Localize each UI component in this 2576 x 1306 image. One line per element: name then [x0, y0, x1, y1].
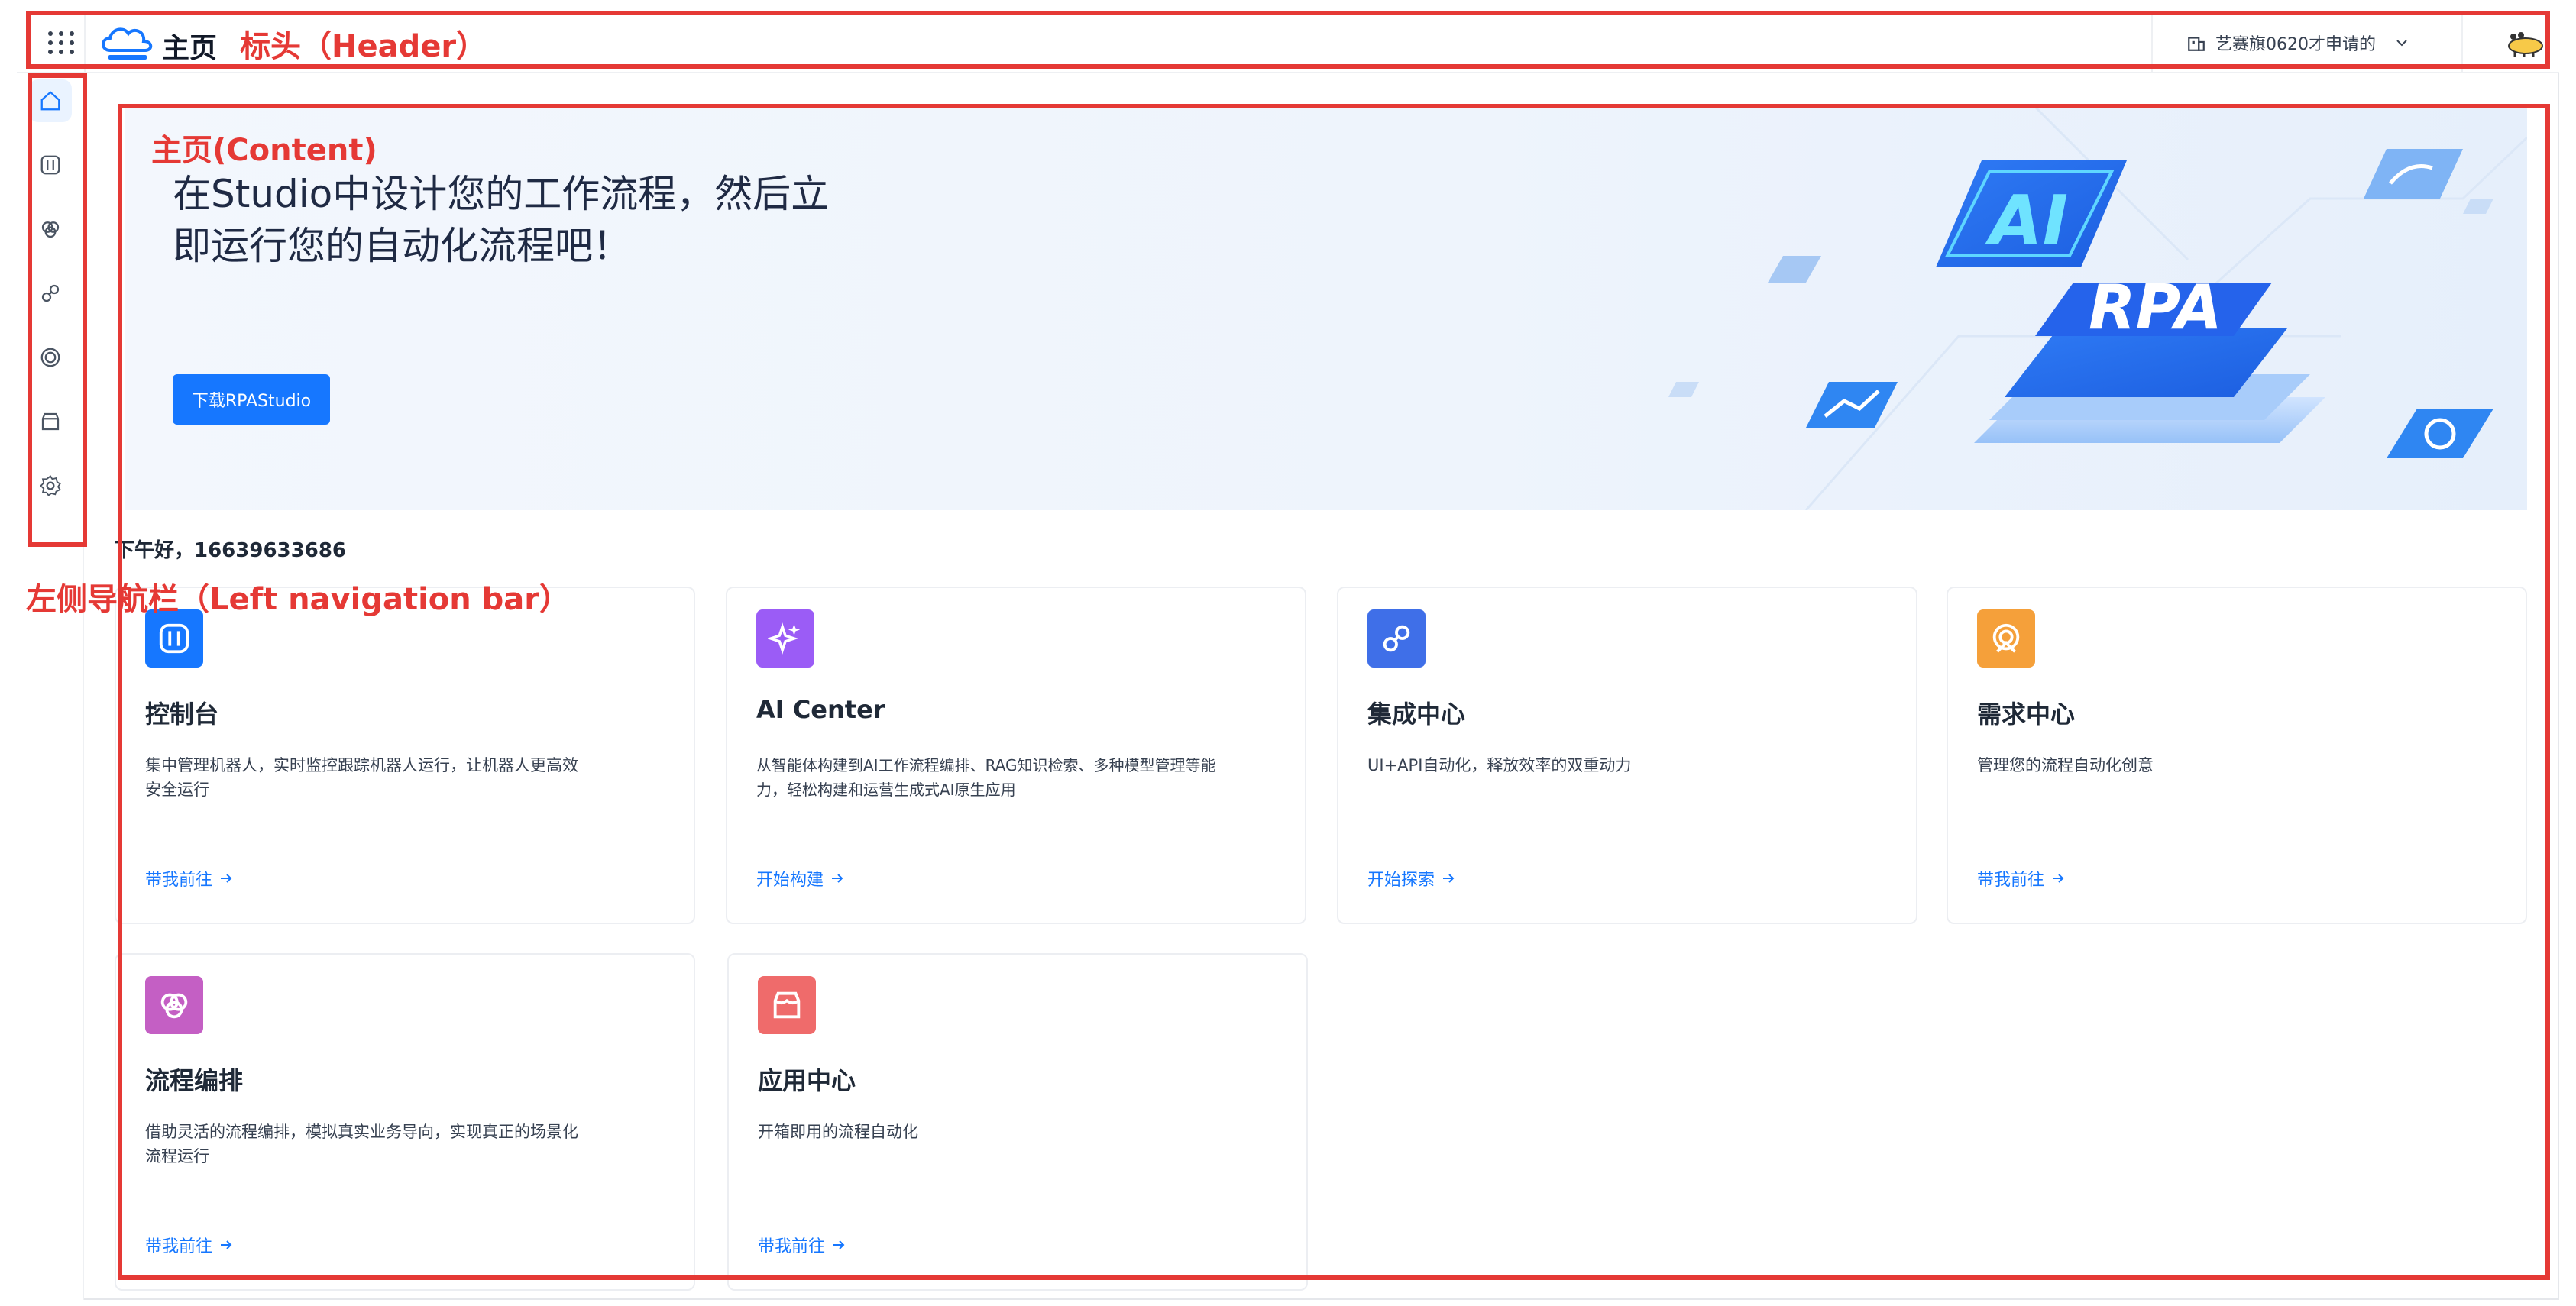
nav-item-workflow[interactable] — [29, 208, 72, 251]
page-title: 主页 — [162, 33, 218, 64]
workspace-selector[interactable]: 艺赛旗0620才申请的 — [2186, 26, 2409, 60]
workspace-name: 艺赛旗0620才申请的 — [2215, 35, 2376, 54]
app-launcher-icon[interactable] — [44, 27, 75, 58]
card-icon-bg — [758, 976, 816, 1034]
card-title: AI Center — [756, 695, 885, 724]
card-description: 管理您的流程自动化创意 — [1977, 756, 2154, 774]
hero-banner: 在Studio中设计您的工作流程，然后立即运行您的自动化流程吧！ 下载RPASt… — [125, 107, 2527, 510]
card-link[interactable]: 带我前往 — [145, 866, 234, 891]
console-icon — [159, 623, 189, 654]
console-icon — [40, 155, 60, 175]
card-console[interactable]: 控制台 集中管理机器人，实时监控跟踪机器人运行，让机器人更高效安全运行 带我前往 — [115, 587, 695, 924]
card-icon-bg — [1367, 609, 1426, 668]
banner-title: 在Studio中设计您的工作流程，然后立即运行您的自动化流程吧！ — [173, 172, 830, 268]
card-app-center[interactable]: 应用中心 开箱即用的流程自动化 带我前往 — [727, 953, 1308, 1291]
card-title: 流程编排 — [145, 1066, 244, 1095]
art-ai-text: AI — [1985, 181, 2068, 261]
rpa-illustration: RPA AI — [1668, 107, 2527, 510]
workflow-icon — [160, 993, 188, 1019]
card-link-label: 带我前往 — [758, 1237, 826, 1256]
nav-item-console[interactable] — [29, 144, 72, 186]
header-divider — [2151, 11, 2153, 73]
card-description: 开箱即用的流程自动化 — [758, 1123, 918, 1141]
building-icon — [2188, 37, 2205, 51]
card-link[interactable]: 带我前往 — [1977, 866, 2066, 891]
card-icon-bg — [1977, 609, 2035, 668]
arrow-right-icon — [1443, 874, 1455, 883]
card-title: 控制台 — [145, 700, 219, 729]
integration-icon — [1383, 625, 1410, 652]
header-annotation-label: 标头（Header） — [240, 29, 487, 64]
store-icon — [773, 991, 801, 1019]
arrow-right-icon — [2053, 874, 2064, 883]
nav-item-demand[interactable] — [29, 336, 72, 379]
header-divider — [84, 11, 86, 73]
card-link[interactable]: 带我前往 — [758, 1233, 846, 1257]
nav-item-store[interactable] — [29, 400, 72, 443]
card-icon-bg — [145, 976, 203, 1034]
card-title: 应用中心 — [758, 1066, 856, 1095]
settings-icon — [40, 475, 61, 496]
greeting-text: 下午好，16639633686 — [115, 539, 346, 562]
card-link-label: 带我前往 — [145, 1237, 213, 1256]
card-link-label: 带我前往 — [145, 871, 213, 890]
nav-item-settings[interactable] — [29, 464, 72, 507]
arrow-right-icon — [832, 874, 843, 883]
card-ai-center[interactable]: AI Center 从智能体构建到AI工作流程编排、RAG知识检索、多种模型管理… — [726, 587, 1306, 924]
nav-item-integration[interactable] — [29, 272, 72, 315]
sidebar-annotation-label: 左侧导航栏（Left navigation bar） — [26, 582, 571, 617]
card-link[interactable]: 开始探索 — [1367, 866, 1456, 891]
download-studio-button[interactable]: 下载RPAStudio — [173, 374, 330, 425]
card-icon-bg — [756, 609, 814, 668]
store-icon — [41, 412, 60, 431]
arrow-right-icon — [221, 874, 232, 883]
card-title: 需求中心 — [1977, 700, 2076, 729]
card-description: 从智能体构建到AI工作流程编排、RAG知识检索、多种模型管理等能力，轻松构建和运… — [756, 756, 1216, 799]
card-title: 集成中心 — [1367, 700, 1466, 729]
content-annotation-label: 主页(Content) — [151, 133, 377, 168]
card-description: UI+API自动化，释放效率的双重动力 — [1367, 756, 1632, 774]
card-link-label: 开始构建 — [756, 871, 824, 890]
card-description: 借助灵活的流程编排，模拟真实业务导向，实现真正的场景化流程运行 — [145, 1123, 578, 1165]
home-icon — [40, 91, 60, 111]
arrow-right-icon — [221, 1240, 232, 1249]
left-nav — [17, 73, 84, 1300]
sparkle-icon — [768, 622, 801, 655]
chevron-down-icon — [2396, 40, 2407, 47]
brand-logo[interactable] — [98, 20, 159, 66]
card-link[interactable]: 开始构建 — [756, 866, 845, 891]
card-workflow[interactable]: 流程编排 借助灵活的流程编排，模拟真实业务导向，实现真正的场景化流程运行 带我前… — [115, 953, 695, 1291]
demand-icon — [40, 348, 60, 367]
art-rpa-text: RPA — [2089, 272, 2222, 343]
header-divider — [2461, 11, 2463, 73]
user-avatar[interactable] — [2504, 31, 2547, 57]
workflow-icon — [41, 221, 60, 238]
card-link-label: 开始探索 — [1367, 871, 1435, 890]
card-integration-center[interactable]: 集成中心 UI+API自动化，释放效率的双重动力 开始探索 — [1337, 587, 1917, 924]
card-link-label: 带我前往 — [1977, 871, 2045, 890]
arrow-right-icon — [833, 1240, 845, 1249]
card-description: 集中管理机器人，实时监控跟踪机器人运行，让机器人更高效安全运行 — [145, 756, 578, 799]
integration-icon — [41, 284, 60, 302]
demand-icon — [1992, 623, 2020, 653]
nav-item-home[interactable] — [29, 79, 72, 122]
card-demand-center[interactable]: 需求中心 管理您的流程自动化创意 带我前往 — [1947, 587, 2527, 924]
card-link[interactable]: 带我前往 — [145, 1233, 234, 1257]
